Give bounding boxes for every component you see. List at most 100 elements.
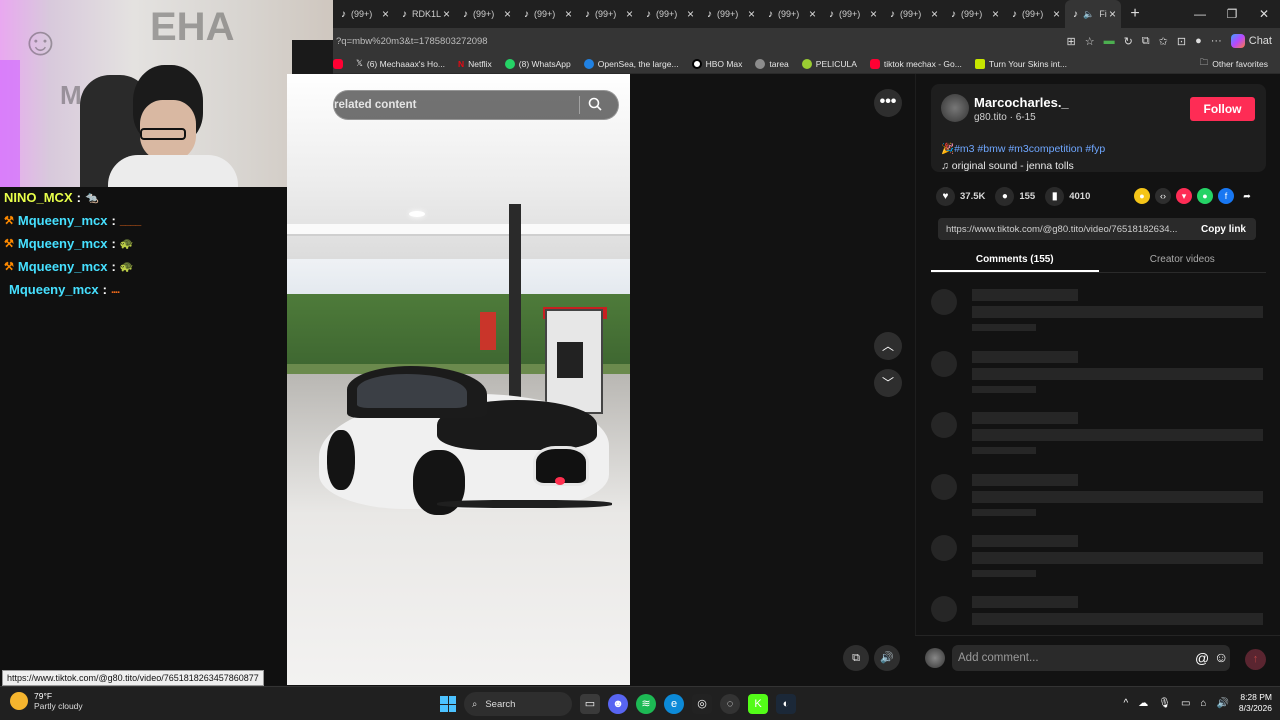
chevron-up-icon[interactable]: ^ xyxy=(1124,698,1129,709)
other-favorites[interactable]: 🗀 Other favorites xyxy=(1200,57,1268,71)
creator-name[interactable]: Marcocharles._ xyxy=(974,95,1069,110)
browser-tab[interactable]: ♪ (99+) × xyxy=(699,0,760,28)
embed-icon[interactable]: ‹› xyxy=(1155,188,1171,204)
save-button[interactable]: ▮ 4010 xyxy=(1045,187,1090,206)
close-icon[interactable]: × xyxy=(382,7,389,21)
bookmark-item[interactable]: HBO Max xyxy=(691,58,742,69)
close-icon[interactable]: × xyxy=(870,7,877,21)
close-icon[interactable]: × xyxy=(1053,7,1060,21)
bookmark-item[interactable]: tarea xyxy=(755,58,789,69)
extension-icon[interactable]: ▬ xyxy=(1104,35,1115,47)
tab-comments[interactable]: Comments (155) xyxy=(931,249,1099,272)
like-button[interactable]: ♥ 37.5K xyxy=(936,187,985,206)
close-icon[interactable]: × xyxy=(626,7,633,21)
clock[interactable]: 8:28 PM 8/3/2026 xyxy=(1239,692,1272,714)
volume-button[interactable]: 🔊 xyxy=(874,645,900,671)
next-video-button[interactable]: ﹀ xyxy=(874,369,902,397)
browser-tab[interactable]: ♪ (99+) × xyxy=(882,0,943,28)
display-icon[interactable]: ▭ xyxy=(1181,698,1190,709)
bookmark-item[interactable]: PELICULA xyxy=(801,58,857,69)
collections-icon[interactable]: ⊡ xyxy=(1177,35,1186,48)
taskbar-search[interactable]: ⌕ Search xyxy=(464,692,572,716)
spotify-icon[interactable]: ≋ xyxy=(636,694,656,714)
sound-link[interactable]: ♫ original sound - jenna tolls xyxy=(941,160,1074,172)
new-tab-button[interactable]: + xyxy=(1121,5,1149,23)
favorite-star-icon[interactable]: ☆ xyxy=(1085,35,1095,48)
search-input[interactable]: related content xyxy=(334,99,579,111)
browser-tab[interactable]: ♪ (99+) × xyxy=(943,0,1004,28)
bookmark-youtube-icon[interactable] xyxy=(333,58,343,69)
emoji-icon[interactable]: ☺ xyxy=(1214,649,1228,665)
browser-tab[interactable]: ♪ (99+) × xyxy=(821,0,882,28)
video-player[interactable] xyxy=(287,74,630,685)
tab-creator-videos[interactable]: Creator videos xyxy=(1099,249,1267,272)
microphone-icon[interactable]: 🎙 xyxy=(1158,698,1171,709)
settings-more-icon[interactable]: ··· xyxy=(1211,35,1222,47)
profile-avatar-icon[interactable]: ● xyxy=(1195,35,1202,47)
discord-icon[interactable]: ☻ xyxy=(608,694,628,714)
app-icon[interactable]: ◌ xyxy=(720,694,740,714)
browser-tab[interactable]: ♪ (99+) × xyxy=(638,0,699,28)
kick-icon[interactable]: K xyxy=(748,694,768,714)
cloud-icon[interactable]: ☁ xyxy=(1138,698,1148,709)
creator-avatar[interactable] xyxy=(941,94,969,122)
creator-handle-date[interactable]: g80.tito · 6-15 xyxy=(974,112,1036,123)
close-icon[interactable]: × xyxy=(748,7,755,21)
search-icon[interactable] xyxy=(588,97,608,114)
copilot-chat-button[interactable]: Chat xyxy=(1230,34,1272,48)
bookmark-item[interactable]: (8) WhatsApp xyxy=(504,58,571,69)
bookmark-item[interactable]: OpenSea, the large... xyxy=(583,58,679,69)
windows-start-icon[interactable] xyxy=(440,696,456,712)
more-options-button[interactable]: ••• xyxy=(874,89,902,117)
bookmark-item[interactable]: 𝕏 (6) Mechaaax's Ho... xyxy=(356,58,445,69)
browser-tab[interactable]: ♪ (99+) × xyxy=(577,0,638,28)
follow-button[interactable]: Follow xyxy=(1190,97,1255,121)
close-window-icon[interactable]: ✕ xyxy=(1248,0,1280,28)
send-icon[interactable]: ▾ xyxy=(1176,188,1192,204)
close-icon[interactable]: × xyxy=(687,7,694,21)
speaker-icon[interactable]: 🔊 xyxy=(1216,698,1228,709)
browser-tab[interactable]: ♪ (99+) × xyxy=(333,0,394,28)
browser-tab-active[interactable]: ♪ 🔈 Fi × xyxy=(1065,0,1121,28)
picture-in-picture-button[interactable]: ⧉ xyxy=(843,645,869,671)
weather-widget[interactable]: 79°F Partly cloudy xyxy=(10,691,83,711)
comment-button[interactable]: ● 155 xyxy=(995,187,1035,206)
close-icon[interactable]: × xyxy=(504,7,511,21)
bookmark-item[interactable]: N Netflix xyxy=(458,59,492,69)
favorites-icon[interactable]: ✩ xyxy=(1159,35,1168,48)
close-icon[interactable]: × xyxy=(565,7,572,21)
file-explorer-icon[interactable]: ▭ xyxy=(580,694,600,714)
comment-input[interactable]: Add comment... xyxy=(952,645,1230,671)
bookmark-item[interactable]: tiktok mechax - Go... xyxy=(869,58,962,69)
restore-icon[interactable]: ❐ xyxy=(1216,0,1248,28)
refresh-icon[interactable]: ↻ xyxy=(1124,35,1133,48)
close-icon[interactable]: × xyxy=(992,7,999,21)
split-screen-icon[interactable]: ⧉ xyxy=(1142,35,1150,48)
browser-tab[interactable]: ♪ (99+) × xyxy=(760,0,821,28)
copy-link-button[interactable]: Copy link xyxy=(1191,224,1256,235)
browser-tab[interactable]: ♪ (99+) × xyxy=(516,0,577,28)
share-arrow-icon[interactable]: ➦ xyxy=(1239,188,1255,204)
previous-video-button[interactable]: ︿ xyxy=(874,332,902,360)
whatsapp-icon[interactable]: ● xyxy=(1197,188,1213,204)
close-icon[interactable]: × xyxy=(1109,7,1116,21)
speaker-icon[interactable]: 🔈 xyxy=(1083,9,1094,20)
minimize-icon[interactable]: — xyxy=(1184,0,1216,28)
network-icon[interactable]: ⌂ xyxy=(1200,698,1206,709)
url-field[interactable]: ?q=mbw%20m3&t=1785803272098 xyxy=(333,36,1066,47)
steam-icon[interactable]: ◐ xyxy=(776,694,796,714)
apps-icon[interactable]: ⊞ xyxy=(1066,35,1075,48)
close-icon[interactable]: × xyxy=(443,7,450,21)
capture-icon[interactable]: ◎ xyxy=(692,694,712,714)
browser-tab[interactable]: ♪ (99+) × xyxy=(1004,0,1065,28)
bookmark-item[interactable]: Turn Your Skins int... xyxy=(974,58,1067,69)
related-search-bar[interactable]: related content xyxy=(333,90,619,120)
close-icon[interactable]: × xyxy=(931,7,938,21)
send-comment-button[interactable]: ↑ xyxy=(1245,649,1266,670)
browser-tab[interactable]: ♪ (99+) × xyxy=(455,0,516,28)
hashtags[interactable]: 🎉#m3 #bmw #m3competition #fyp xyxy=(941,142,1105,155)
close-icon[interactable]: × xyxy=(809,7,816,21)
mention-icon[interactable]: @ xyxy=(1195,650,1209,666)
browser-tab[interactable]: ♪ RDK1L × xyxy=(394,0,455,28)
facebook-icon[interactable]: f xyxy=(1218,188,1234,204)
